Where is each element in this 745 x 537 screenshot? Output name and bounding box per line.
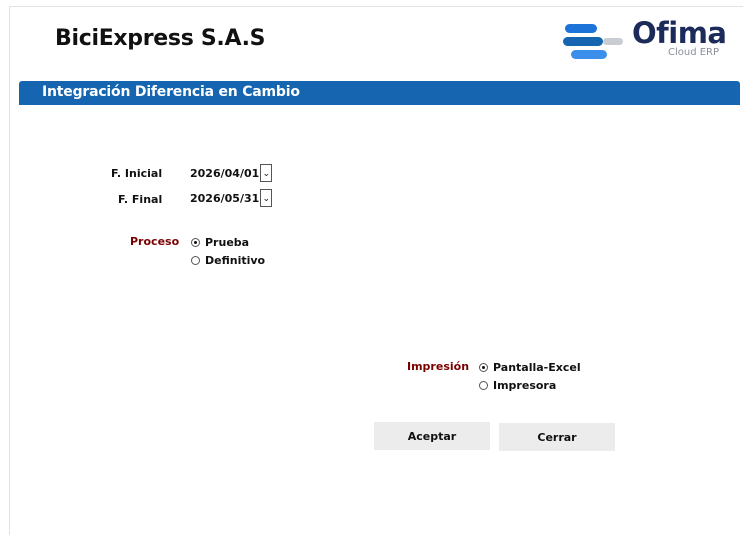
- form-title: Integración Diferencia en Cambio: [42, 84, 300, 100]
- impresion-option-impresora[interactable]: Impresora: [479, 379, 556, 392]
- impresion-option-pantalla-excel[interactable]: Pantalla-Excel: [479, 361, 581, 374]
- impresion-label: Impresión: [407, 360, 470, 373]
- chevron-down-icon[interactable]: ⌄: [260, 189, 273, 207]
- proceso-option-label: Definitivo: [205, 254, 266, 267]
- proceso-label: Proceso: [130, 235, 180, 248]
- form-title-bar: Integración Diferencia en Cambio: [19, 81, 740, 105]
- fecha-final-label: F. Final: [118, 193, 163, 206]
- aceptar-button[interactable]: Aceptar: [374, 422, 490, 450]
- radio-selected-icon[interactable]: [191, 238, 200, 247]
- chevron-down-icon[interactable]: ⌄: [260, 164, 273, 182]
- fecha-inicial-label: F. Inicial: [111, 167, 163, 180]
- logo-wordmark: Ofima: [632, 16, 727, 50]
- fecha-final-field[interactable]: 2026/05/31 ⌄: [190, 188, 273, 208]
- company-name: BiciExpress S.A.S: [55, 26, 266, 51]
- radio-unselected-icon[interactable]: [191, 256, 200, 265]
- impresion-option-label: Impresora: [493, 379, 557, 392]
- fecha-inicial-field[interactable]: 2026/04/01 ⌄: [190, 163, 273, 183]
- radio-unselected-icon[interactable]: [479, 381, 488, 390]
- fecha-inicial-value[interactable]: 2026/04/01: [190, 167, 259, 180]
- proceso-option-definitivo[interactable]: Definitivo: [191, 254, 265, 267]
- fecha-final-value[interactable]: 2026/05/31: [190, 192, 259, 205]
- proceso-option-prueba[interactable]: Prueba: [191, 236, 249, 249]
- cerrar-button[interactable]: Cerrar: [499, 423, 615, 451]
- logo-tagline: Cloud ERP: [668, 47, 720, 58]
- impresion-option-label: Pantalla-Excel: [493, 361, 581, 374]
- radio-selected-icon[interactable]: [479, 363, 488, 372]
- proceso-option-label: Prueba: [205, 236, 250, 249]
